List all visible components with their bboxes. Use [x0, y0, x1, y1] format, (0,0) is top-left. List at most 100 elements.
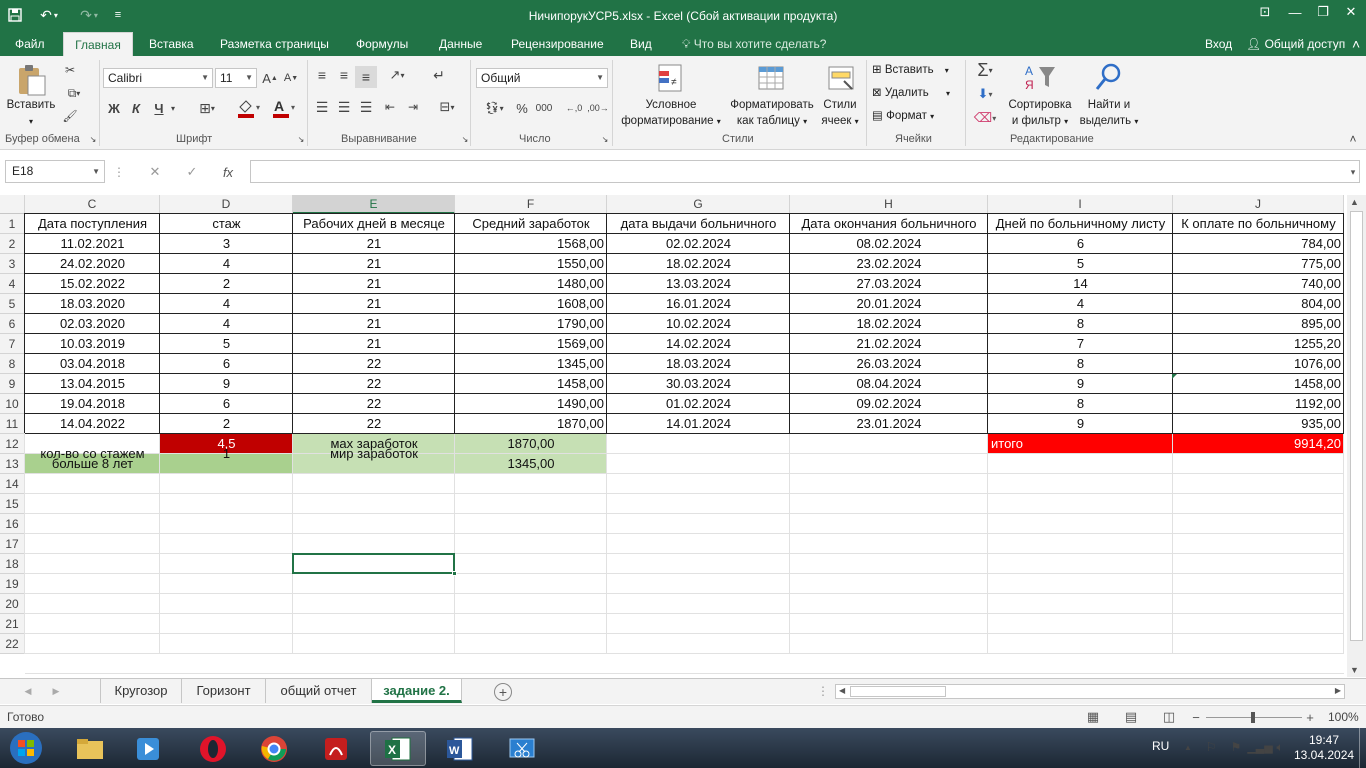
close-icon[interactable]: ✕	[1336, 0, 1366, 24]
row-header-3[interactable]: 3	[0, 254, 25, 274]
cell-g11[interactable]: 14.01.2024	[607, 414, 790, 434]
cell-d6[interactable]: 4	[160, 314, 293, 334]
explorer-taskbar-icon[interactable]	[62, 731, 118, 766]
cell-h7[interactable]: 21.02.2024	[790, 334, 988, 354]
cell-e4[interactable]: 21	[293, 274, 455, 294]
align-right-icon[interactable]: ☰	[357, 98, 375, 116]
clock[interactable]: 19:47 13.04.2024	[1294, 733, 1354, 763]
cell-d7[interactable]: 5	[160, 334, 293, 354]
cell-f11[interactable]: 1870,00	[455, 414, 607, 434]
normal-view-icon[interactable]: ▦	[1084, 709, 1102, 725]
cell-e11[interactable]: 22	[293, 414, 455, 434]
max-value-cell[interactable]: 1870,00	[455, 434, 607, 454]
row-header-6[interactable]: 6	[0, 314, 25, 334]
row-header-14[interactable]: 14	[0, 474, 25, 494]
header-cell-i[interactable]: Дней по больничному листу	[988, 214, 1173, 234]
cell-d4[interactable]: 2	[160, 274, 293, 294]
cell-i4[interactable]: 14	[988, 274, 1173, 294]
cell-j7[interactable]: 1255,20	[1173, 334, 1344, 354]
copy-icon[interactable]: ⧉ ▾	[60, 84, 88, 102]
increase-indent-icon[interactable]: ⇥	[404, 98, 422, 116]
language-indicator[interactable]: RU	[1152, 739, 1169, 753]
fill-handle[interactable]	[452, 571, 457, 576]
increase-decimal-icon[interactable]: ←,0	[564, 98, 584, 118]
cell-g10[interactable]: 01.02.2024	[607, 394, 790, 414]
align-bottom-icon[interactable]: ≡	[355, 66, 377, 88]
cut-icon[interactable]: ✂	[60, 61, 80, 79]
clear-icon[interactable]: ⌫ ▾	[970, 108, 1000, 128]
itogo-label-cell[interactable]: итого	[988, 434, 1173, 454]
row-header-4[interactable]: 4	[0, 274, 25, 294]
merge-center-icon[interactable]: ⊟ ▾	[430, 98, 464, 116]
cell-d3[interactable]: 4	[160, 254, 293, 274]
row-header-13[interactable]: 13	[0, 454, 25, 474]
cell-g3[interactable]: 18.02.2024	[607, 254, 790, 274]
zoom-slider-thumb[interactable]	[1251, 712, 1255, 723]
row-header-18[interactable]: 18	[0, 554, 25, 574]
volume-icon[interactable]: 🔈︎	[1272, 739, 1288, 755]
name-box[interactable]: E18 ▼	[5, 160, 105, 183]
paste-button[interactable]: Вставить ▾	[5, 97, 57, 130]
cell-c3[interactable]: 24.02.2020	[25, 254, 160, 274]
row-header-17[interactable]: 17	[0, 534, 25, 554]
tab-split-handle-icon[interactable]: ⋮	[817, 683, 829, 699]
currency-format-icon[interactable]: 💱︎ ▾	[478, 98, 510, 118]
confirm-entry-icon[interactable]: ✓	[182, 164, 202, 180]
cell-i11[interactable]: 9	[988, 414, 1173, 434]
page-layout-view-icon[interactable]: ▤	[1122, 709, 1140, 725]
borders-icon[interactable]: ⊞ ▾	[193, 98, 221, 118]
cell-h4[interactable]: 27.03.2024	[790, 274, 988, 294]
scroll-left-icon[interactable]: ◀	[839, 686, 845, 695]
cell-g2[interactable]: 02.02.2024	[607, 234, 790, 254]
share-button[interactable]: 👤︎ Общий доступ	[1242, 32, 1349, 56]
cell-h2[interactable]: 08.02.2024	[790, 234, 988, 254]
cell-g7[interactable]: 14.02.2024	[607, 334, 790, 354]
underline-dropdown-icon[interactable]: ▾	[168, 100, 178, 116]
expand-formula-bar-icon[interactable]: ▾	[1346, 164, 1360, 180]
italic-button[interactable]: К	[127, 98, 145, 118]
cell-i6[interactable]: 8	[988, 314, 1173, 334]
cell-e8[interactable]: 22	[293, 354, 455, 374]
row-header-11[interactable]: 11	[0, 414, 25, 434]
cell-i7[interactable]: 7	[988, 334, 1173, 354]
sort-filter-icon[interactable]: АЯ	[1022, 62, 1058, 94]
insert-function-icon[interactable]: fx	[218, 164, 238, 180]
column-header-d[interactable]: D	[160, 195, 293, 214]
row-header-22[interactable]: 22	[0, 634, 25, 654]
conditional-formatting-button[interactable]: Условное форматирование ▾	[617, 97, 725, 130]
tab-file[interactable]: Файл	[11, 32, 49, 56]
cell-f5[interactable]: 1608,00	[455, 294, 607, 314]
row-header-5[interactable]: 5	[0, 294, 25, 314]
spreadsheet-grid[interactable]: CDEFGHIJ 1 2 3 4 5 6 7 8 9 10 11 12 13 14 15 16 17 18 19 20…	[0, 195, 1366, 677]
row-header-8[interactable]: 8	[0, 354, 25, 374]
opera-taskbar-icon[interactable]	[185, 731, 241, 766]
cell-d11[interactable]: 2	[160, 414, 293, 434]
cell-f8[interactable]: 1345,00	[455, 354, 607, 374]
cancel-entry-icon[interactable]: ✕	[145, 164, 165, 180]
column-header-e[interactable]: E	[293, 195, 455, 214]
cell-f3[interactable]: 1550,00	[455, 254, 607, 274]
cell-g5[interactable]: 16.01.2024	[607, 294, 790, 314]
cell-f2[interactable]: 1568,00	[455, 234, 607, 254]
cell-c2[interactable]: 11.02.2021	[25, 234, 160, 254]
cell-styles-button[interactable]: Стили ячеек ▾	[818, 97, 862, 130]
underline-button[interactable]: Ч	[150, 98, 168, 118]
sheet-tab-gorizont[interactable]: Горизонт	[182, 679, 266, 703]
bold-button[interactable]: Ж	[105, 98, 123, 118]
row-header-19[interactable]: 19	[0, 574, 25, 594]
cell-c4[interactable]: 15.02.2022	[25, 274, 160, 294]
formula-input[interactable]	[250, 160, 1360, 183]
cell-e7[interactable]: 21	[293, 334, 455, 354]
scroll-up-icon[interactable]: ▲	[1350, 197, 1359, 207]
font-size-select[interactable]: 11 ▼	[215, 68, 257, 88]
align-center-icon[interactable]: ☰	[335, 98, 353, 116]
row-header-15[interactable]: 15	[0, 494, 25, 514]
comma-style-icon[interactable]: 000	[534, 98, 554, 118]
cell-d10[interactable]: 6	[160, 394, 293, 414]
cell-d8[interactable]: 6	[160, 354, 293, 374]
header-cell-j[interactable]: К оплате по больничному	[1173, 214, 1344, 234]
ribbon-display-options-icon[interactable]: ⊡	[1250, 0, 1280, 24]
signal-icon[interactable]: ▁▃▅	[1247, 739, 1272, 755]
cell-h8[interactable]: 26.03.2024	[790, 354, 988, 374]
row-header-21[interactable]: 21	[0, 614, 25, 634]
